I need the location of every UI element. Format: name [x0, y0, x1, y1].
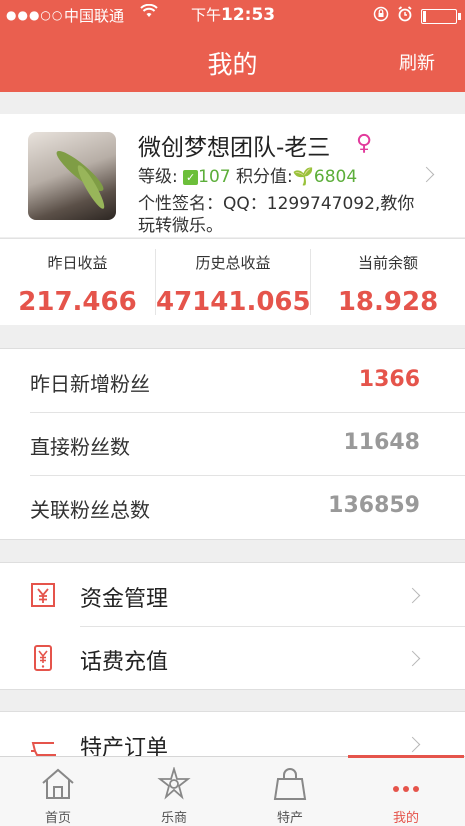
tab-mine[interactable]: 我的	[348, 755, 464, 826]
cart-icon	[30, 731, 56, 757]
earnings-yesterday: 昨日收益 217.466	[18, 254, 137, 317]
avatar[interactable]	[28, 132, 116, 220]
chevron-right-icon	[404, 587, 421, 604]
signal-icon: ●●●○○	[6, 8, 64, 22]
fans-row-new: 昨日新增粉丝 1366	[30, 367, 420, 396]
tab-home[interactable]: 首页	[0, 757, 116, 826]
chevron-right-icon	[404, 736, 421, 753]
home-icon	[40, 767, 76, 801]
bag-icon	[272, 767, 308, 801]
wifi-icon	[140, 3, 158, 22]
carrier-name: 中国联通	[64, 7, 125, 25]
tab-specialty[interactable]: 特产	[232, 757, 348, 826]
menu-item-phone-recharge[interactable]: 话费充值	[0, 626, 465, 689]
level-badge-icon: ✓	[183, 170, 199, 185]
rotation-lock-icon	[373, 6, 389, 26]
fans-panel: 昨日新增粉丝 1366 直接粉丝数 11648 关联粉丝总数 136859	[0, 348, 465, 540]
refresh-button[interactable]: 刷新	[399, 49, 435, 75]
earnings-total: 历史总收益 47141.065	[156, 254, 311, 317]
tab-bar: 首页 乐商 特产 我的	[0, 755, 465, 826]
alarm-icon	[397, 6, 413, 26]
menu-item-specialty-orders[interactable]: 特产订单	[0, 712, 465, 758]
chevron-right-icon	[418, 166, 435, 183]
clock: 下午12:53	[191, 5, 276, 25]
flower-icon	[156, 765, 192, 801]
profile-name: 微创梦想团队-老三	[138, 135, 331, 161]
profile-signature: 个性签名：QQ：1299747092,教你玩转微乐。	[138, 194, 415, 236]
earnings-balance: 当前余额 18.928	[337, 254, 439, 317]
yuan-box-icon	[30, 582, 56, 608]
menu-group-orders: 特产订单	[0, 711, 465, 758]
menu-item-fund-management[interactable]: 资金管理	[0, 563, 465, 626]
fans-row-direct: 直接粉丝数 11648	[30, 430, 420, 459]
female-icon: ♀	[356, 131, 373, 156]
more-dots-icon	[388, 767, 424, 801]
nav-bar: 我的 刷新	[0, 30, 465, 92]
phone-yuan-icon	[30, 645, 56, 671]
battery-icon	[421, 8, 461, 24]
menu-group: 资金管理 话费充值	[0, 562, 465, 690]
sprout-icon: 🌱	[292, 167, 314, 187]
chevron-right-icon	[404, 650, 421, 667]
page-title: 我的	[207, 50, 258, 79]
profile-level: 等级: ✓ 107 积分值:🌱6804	[138, 167, 358, 187]
tab-leshang[interactable]: 乐商	[116, 757, 232, 826]
earnings-panel: 昨日收益 217.466 历史总收益 47141.065 当前余额 18.928	[0, 238, 465, 325]
status-bar: ●●●○○ 中国联通 下午12:53	[0, 0, 465, 30]
fans-row-total: 关联粉丝总数 136859	[30, 493, 420, 522]
